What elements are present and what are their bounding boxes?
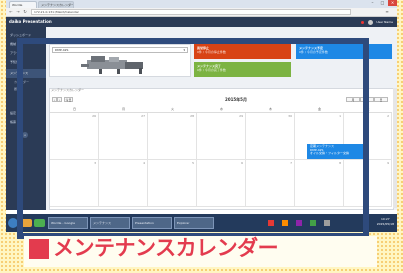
day-number: 9 (387, 161, 389, 165)
forward-icon[interactable]: → (15, 9, 21, 15)
overlay-caption: メンテナンスカレンダー (53, 236, 279, 260)
highlight-frame (17, 38, 369, 239)
browser-tab[interactable]: メンテナンスカレンダー (38, 1, 74, 8)
minimize-icon[interactable]: – (368, 0, 377, 6)
address-bar: ← → ↻ 172.21.0.131:/Maint/Calendar ≡ (6, 8, 397, 17)
sidebar-item-label: 機械 (10, 42, 17, 46)
taskbar-clock[interactable]: 10:27 2015/05/18 (377, 217, 394, 227)
avatar[interactable] (368, 19, 374, 25)
app-logo: daiko Presentation (9, 19, 52, 24)
close-icon[interactable]: × (388, 0, 397, 6)
url-input[interactable]: 172.21.0.131:/Maint/Calendar (31, 9, 351, 15)
user-name: User Name (376, 20, 393, 24)
reload-icon[interactable]: ↻ (22, 9, 28, 15)
sidebar-item-label: 帳票 (10, 120, 17, 124)
app-header: daiko Presentation User Name (6, 17, 397, 27)
view-day-button[interactable]: 日 (374, 97, 388, 102)
scrollbar[interactable] (393, 88, 397, 208)
sidebar-item-label: 設定 (10, 111, 17, 115)
clock-date: 2015/05/18 (376, 222, 394, 226)
menu-icon[interactable]: ≡ (384, 9, 390, 15)
notification-icon[interactable] (361, 20, 365, 24)
browser-tab-bar: Wordle メンテナンスカレンダー – □ × (6, 0, 397, 8)
sidebar-item-label: ダッシュボード (10, 33, 32, 37)
tab-label: Wordle (12, 3, 23, 7)
back-icon[interactable]: ← (8, 9, 14, 15)
browser-tab[interactable]: Wordle (9, 1, 37, 8)
maximize-icon[interactable]: □ (378, 0, 387, 6)
day-number: 2 (387, 114, 389, 118)
header-user-area[interactable]: User Name (361, 19, 393, 25)
tab-label: メンテナンスカレンダー (41, 3, 74, 7)
caption-marker-icon (29, 239, 49, 259)
